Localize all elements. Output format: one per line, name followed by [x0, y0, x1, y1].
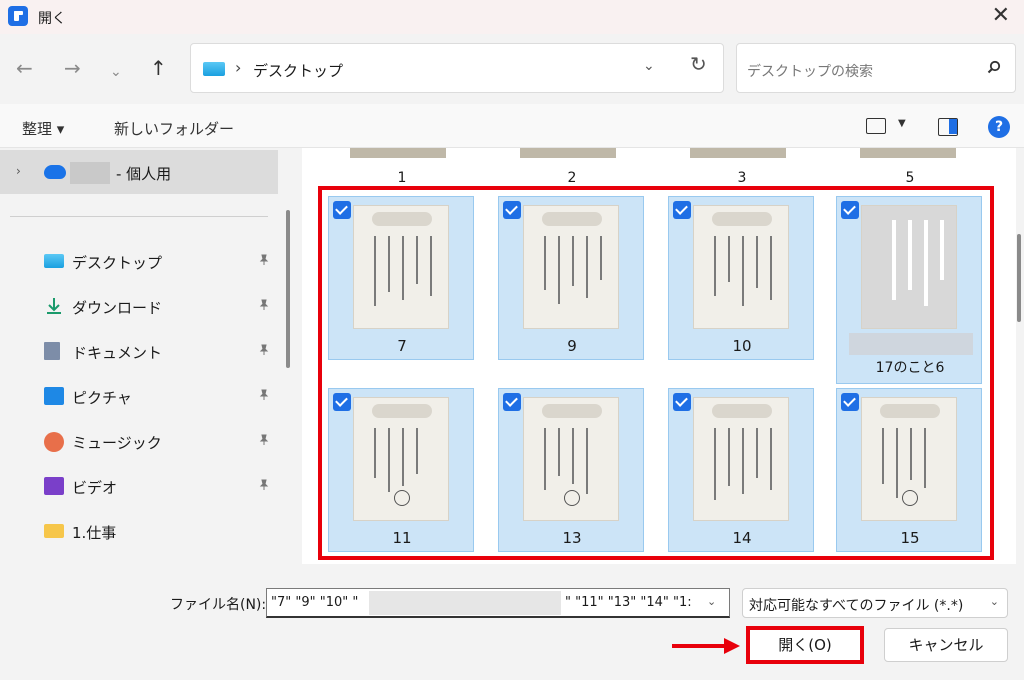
navigation-bar: ← → ⌄ ↑ › デスクトップ ⌄ ↻ デスクトップの検索 — [0, 34, 1024, 104]
file-name[interactable]: 2 — [542, 170, 602, 186]
filetype-select[interactable]: 対応可能なすべてのファイル (*.*) ⌄ — [742, 588, 1008, 618]
window-title: 開く — [38, 11, 66, 27]
organize-button[interactable]: 整理 ▾ — [22, 118, 64, 139]
chevron-down-icon[interactable]: ⌄ — [990, 595, 999, 608]
sidebar-item-label: ミュージック — [72, 434, 162, 452]
new-folder-button[interactable]: 新しいフォルダー — [114, 118, 234, 139]
sidebar-item-pictures[interactable]: ピクチャ — [0, 377, 278, 417]
pin-icon[interactable] — [258, 389, 270, 401]
desktop-icon — [203, 62, 225, 76]
sidebar-item-music[interactable]: ミュージック — [0, 422, 278, 462]
navigation-pane: › - 個人用 デスクトップ ダウンロード ドキュメント ピクチャ ミュージック… — [0, 148, 280, 564]
search-box[interactable]: デスクトップの検索 — [736, 43, 1016, 93]
sidebar-item-work-folder[interactable]: 1.仕事 — [0, 512, 278, 552]
desktop-icon — [44, 254, 64, 268]
file-thumbnail[interactable] — [520, 148, 616, 158]
search-icon[interactable] — [987, 60, 1001, 74]
onedrive-cloud-icon — [44, 165, 66, 179]
filename-label: ファイル名(N): — [170, 597, 267, 613]
filename-value-part1: "7" "9" "10" " — [271, 595, 359, 610]
preview-pane-icon[interactable] — [938, 118, 958, 136]
search-input[interactable]: デスクトップの検索 — [747, 61, 873, 81]
pin-icon[interactable] — [258, 344, 270, 356]
filename-input[interactable]: "7" "9" "10" " " "11" "13" "14" "1: ⌄ — [266, 588, 730, 618]
filetype-value: 対応可能なすべてのファイル (*.*) — [749, 598, 964, 614]
file-thumbnail[interactable] — [690, 148, 786, 158]
arrow-head-icon — [724, 638, 740, 654]
recent-locations-button[interactable]: ⌄ — [110, 60, 122, 84]
command-bar: 整理 ▾ 新しいフォルダー ▼ ? — [0, 104, 1024, 148]
redacted-name — [369, 591, 561, 615]
sidebar-item-onedrive[interactable]: › - 個人用 — [0, 150, 278, 194]
sidebar-item-documents[interactable]: ドキュメント — [0, 332, 278, 372]
chevron-down-icon[interactable]: ⌄ — [707, 595, 716, 608]
file-thumbnail[interactable] — [350, 148, 446, 158]
redacted-name — [70, 162, 110, 184]
file-list-scrollbar[interactable] — [1017, 234, 1021, 322]
help-icon[interactable]: ? — [988, 116, 1010, 138]
address-dropdown-icon[interactable]: ⌄ — [643, 58, 655, 74]
pin-icon[interactable] — [258, 434, 270, 446]
arrow-annotation — [672, 644, 728, 648]
app-icon — [8, 6, 28, 26]
music-icon — [44, 432, 64, 452]
address-bar[interactable]: › デスクトップ ⌄ — [190, 43, 724, 93]
open-button[interactable]: 開く(O) — [746, 626, 864, 664]
file-name[interactable]: 3 — [712, 170, 772, 186]
chevron-right-icon[interactable]: › — [16, 164, 21, 178]
sidebar-item-downloads[interactable]: ダウンロード — [0, 287, 278, 327]
view-dropdown-icon[interactable]: ▼ — [898, 118, 906, 129]
close-icon[interactable]: ✕ — [992, 3, 1010, 29]
address-text[interactable]: デスクトップ — [253, 60, 343, 81]
sidebar-item-label: ビデオ — [72, 479, 118, 497]
sidebar-item-label: 1.仕事 — [72, 524, 117, 542]
file-name[interactable]: 1 — [372, 170, 432, 186]
sidebar-item-label: ダウンロード — [72, 299, 163, 317]
sidebar-item-desktop[interactable]: デスクトップ — [0, 242, 278, 282]
pictures-icon — [44, 387, 64, 405]
pin-icon[interactable] — [258, 479, 270, 491]
document-icon — [44, 342, 60, 360]
sidebar-item-label: - 個人用 — [116, 165, 172, 183]
divider — [10, 216, 268, 217]
sidebar-item-videos[interactable]: ビデオ — [0, 467, 278, 507]
view-icon[interactable] — [866, 118, 886, 134]
forward-button[interactable]: → — [64, 56, 81, 80]
filename-value-part2: " "11" "13" "14" "1: — [565, 595, 692, 610]
sidebar-item-label: デスクトップ — [72, 254, 163, 272]
folder-icon — [44, 524, 64, 538]
pin-icon[interactable] — [258, 299, 270, 311]
sidebar-item-label: ピクチャ — [72, 389, 132, 407]
back-button[interactable]: ← — [16, 56, 33, 80]
title-bar: 開く ✕ — [0, 0, 1024, 34]
pin-icon[interactable] — [258, 254, 270, 266]
dialog-footer: ファイル名(N): "7" "9" "10" " " "11" "13" "14… — [0, 564, 1024, 680]
sidebar-scrollbar[interactable] — [286, 210, 290, 368]
download-icon — [47, 298, 61, 314]
file-name[interactable]: 5 — [880, 170, 940, 186]
chevron-right-icon[interactable]: › — [235, 58, 241, 77]
highlight-box — [318, 186, 994, 560]
sidebar-item-label: ドキュメント — [72, 344, 163, 362]
up-button[interactable]: ↑ — [150, 56, 167, 80]
video-icon — [44, 477, 64, 495]
cancel-button[interactable]: キャンセル — [884, 628, 1008, 662]
refresh-icon[interactable]: ↻ — [690, 52, 707, 76]
file-thumbnail[interactable] — [860, 148, 956, 158]
